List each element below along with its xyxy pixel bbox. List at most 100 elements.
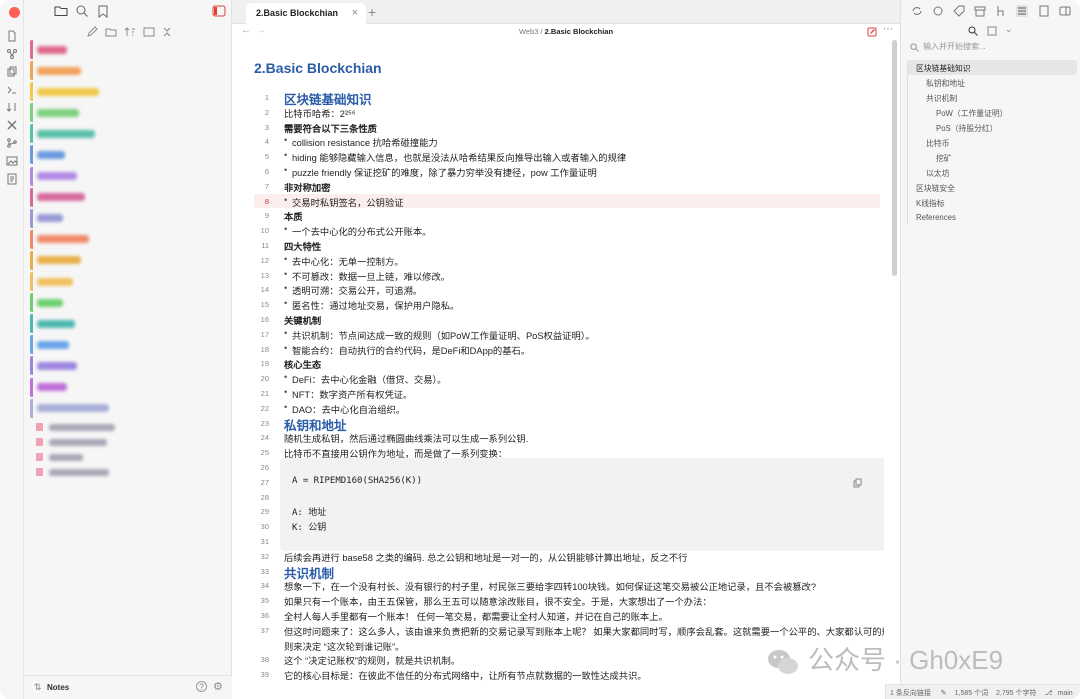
more-options-icon[interactable]: ⋯ <box>883 24 893 35</box>
list-item[interactable]: 10 一个去中心化的分布式公开账本。 <box>254 223 880 238</box>
folder-item[interactable] <box>30 335 226 355</box>
auto-reveal-icon[interactable] <box>143 26 155 38</box>
tab-active[interactable]: 2.Basic Blockchian × <box>246 3 366 24</box>
heading-line[interactable]: 33 共识机制 <box>254 564 880 581</box>
outline-item[interactable]: 区块链安全 <box>907 180 1077 195</box>
folder-item[interactable] <box>30 124 226 144</box>
folder-icon[interactable] <box>54 4 68 18</box>
document-icon[interactable] <box>6 173 18 185</box>
code-line[interactable]: 29 A: 地址 <box>254 504 880 519</box>
sidebar-toggle-icon[interactable] <box>212 4 226 18</box>
paragraph-line[interactable]: 24 随机生成私钥，然后通过椭圆曲线乘法可以生成一系列公钥. <box>254 430 880 445</box>
list-item[interactable]: 17 共识机制：节点间达成一致的规则（如PoW工作量证明、PoS权益证明）。 <box>254 327 880 342</box>
tools-icon[interactable] <box>6 119 18 131</box>
list-item[interactable]: 4 collision resistance 抗哈希碰撞能力 <box>254 134 880 149</box>
list-item[interactable]: 15 匿名性：通过地址交易，保护用户隐私。 <box>254 297 880 312</box>
outline-search-icon[interactable] <box>968 26 978 36</box>
tag-icon[interactable] <box>953 5 965 17</box>
list-item[interactable]: 20 DeFi：去中心化金融（借贷、交易）。 <box>254 371 880 386</box>
help-icon[interactable]: ? <box>196 681 207 692</box>
search-icon[interactable] <box>75 4 89 18</box>
folder-item[interactable] <box>30 82 226 102</box>
list-item[interactable]: 18 智能合约：自动执行的合约代码，是DeFi和DApp的基石。 <box>254 342 880 357</box>
collapse-outline-icon[interactable]: ⌄ <box>1005 24 1013 35</box>
file-item[interactable] <box>30 465 226 480</box>
bookmark-icon[interactable] <box>96 4 110 18</box>
settings-gear-icon[interactable]: ⚙ <box>213 680 223 693</box>
outline-search-input[interactable]: 输入并开始搜索... <box>905 40 1077 54</box>
outline-item[interactable]: 共识机制 <box>907 90 1077 105</box>
code-line[interactable]: 28 <box>254 490 880 505</box>
paragraph-line[interactable]: 37 但这时问题来了：这么多人，该由谁来负责把新的交易记录写到账本上呢？ 如果大家… <box>254 623 884 638</box>
bold-line[interactable]: 19 核心生态 <box>254 356 880 371</box>
graph-icon[interactable] <box>6 48 18 60</box>
git-icon[interactable] <box>6 137 18 149</box>
heading-line[interactable]: 1 区块链基础知识 <box>254 90 880 107</box>
folder-item[interactable] <box>30 208 226 228</box>
paragraph-line[interactable]: 35 如果只有一个账本，由王五保管，那么王五可以随意涂改账目，很不安全。于是，大家… <box>254 593 880 608</box>
paragraph-line[interactable]: 36 全村人每人手里都有一个账本！ 任何一笔交易，都需要让全村人知道，并记在自己的… <box>254 608 880 623</box>
close-window-button[interactable] <box>9 7 20 18</box>
sort-order-icon[interactable] <box>124 26 136 38</box>
backlinks-count[interactable]: 1 条反向链接 <box>890 690 931 697</box>
folder-item[interactable] <box>30 61 226 81</box>
bold-line[interactable]: 16 关键机制 <box>254 312 880 327</box>
paragraph-line[interactable]: 2 比特币哈希：2²⁵⁶ <box>254 105 880 120</box>
file-item[interactable] <box>30 420 226 435</box>
right-sidebar-toggle-icon[interactable] <box>1059 5 1071 17</box>
bold-line[interactable]: 11 四大特性 <box>254 238 880 253</box>
outline-item[interactable]: References <box>907 210 1077 225</box>
close-tab-icon[interactable]: × <box>352 7 358 19</box>
outline-item[interactable]: 私钥和地址 <box>907 75 1077 90</box>
file-item[interactable] <box>30 435 226 450</box>
list-item[interactable]: 13 不可篡改：数据一旦上链，难以修改。 <box>254 268 880 283</box>
paragraph-line[interactable]: 32 后续会再进行 base58 之类的编码. 总之公钥和地址是一对一的，从公钥能… <box>254 549 880 564</box>
document-body[interactable]: 2.Basic Blockchian 1 区块链基础知识 2 比特币哈希：2²⁵⁶ 3 需… <box>254 40 884 699</box>
outline-list-icon[interactable] <box>1016 5 1028 17</box>
breadcrumb-folder[interactable]: Web3 <box>519 27 538 36</box>
edit-mode-icon[interactable] <box>867 27 877 37</box>
plugin-icon[interactable] <box>932 5 944 17</box>
outline-item[interactable]: 比特币 <box>907 135 1077 150</box>
list-item[interactable]: 21 NFT：数字资产所有权凭证。 <box>254 386 880 401</box>
outline-item[interactable]: K线指标 <box>907 195 1077 210</box>
list-item[interactable]: 12 去中心化：无单一控制方。 <box>254 253 880 268</box>
outline-item[interactable]: 区块链基础知识 <box>907 60 1077 75</box>
folder-item[interactable] <box>30 145 226 165</box>
branch-icon[interactable] <box>995 5 1007 17</box>
paragraph-line[interactable]: 34 想象一下，在一个没有村长、没有银行的村子里，村民张三要给李四转100块钱。如… <box>254 578 880 593</box>
bold-line[interactable]: 7 非对称加密 <box>254 179 880 194</box>
copy-icon[interactable] <box>6 66 18 78</box>
bold-line[interactable]: 3 需要符合以下三条性质 <box>254 120 880 135</box>
inline-title[interactable]: 2.Basic Blockchian <box>254 60 382 76</box>
file-icon[interactable] <box>6 30 18 42</box>
image-icon[interactable] <box>6 155 18 167</box>
folder-item[interactable] <box>30 398 226 418</box>
folder-item[interactable] <box>30 314 226 334</box>
code-line[interactable]: 31 <box>254 534 880 549</box>
outline-item[interactable]: PoS（持股分红） <box>907 120 1077 135</box>
folder-item[interactable] <box>30 103 226 123</box>
folder-item[interactable] <box>30 166 226 186</box>
vault-name[interactable]: Notes <box>47 683 69 692</box>
folder-item[interactable] <box>30 293 226 313</box>
new-note-icon[interactable] <box>86 26 98 38</box>
sort-icon[interactable] <box>6 101 18 113</box>
code-line[interactable]: 26 <box>254 460 880 475</box>
git-branch[interactable]: main <box>1058 690 1073 697</box>
file-item[interactable] <box>30 450 226 465</box>
editor-scrollbar[interactable] <box>892 40 897 276</box>
new-folder-icon[interactable] <box>105 26 117 38</box>
note-icon[interactable] <box>1038 5 1050 17</box>
outline-view-icon[interactable] <box>987 26 997 36</box>
folder-item[interactable] <box>30 40 226 59</box>
terminal-icon[interactable] <box>6 84 18 96</box>
collapse-all-icon[interactable] <box>161 26 173 38</box>
list-item[interactable]: 8 交易时私钥签名，公钥验证 <box>254 193 880 209</box>
list-item[interactable]: 14 透明可溯：交易公开，可追溯。 <box>254 282 880 297</box>
folder-item[interactable] <box>30 377 226 397</box>
chevron-updown-icon[interactable]: ⇅ <box>34 682 42 693</box>
list-item[interactable]: 5 hiding 能够隐藏输入信息，也就是没法从哈希结果反向推导出输入或者输入的规… <box>254 149 880 164</box>
bold-line[interactable]: 9 本质 <box>254 208 880 223</box>
folder-item[interactable] <box>30 356 226 376</box>
